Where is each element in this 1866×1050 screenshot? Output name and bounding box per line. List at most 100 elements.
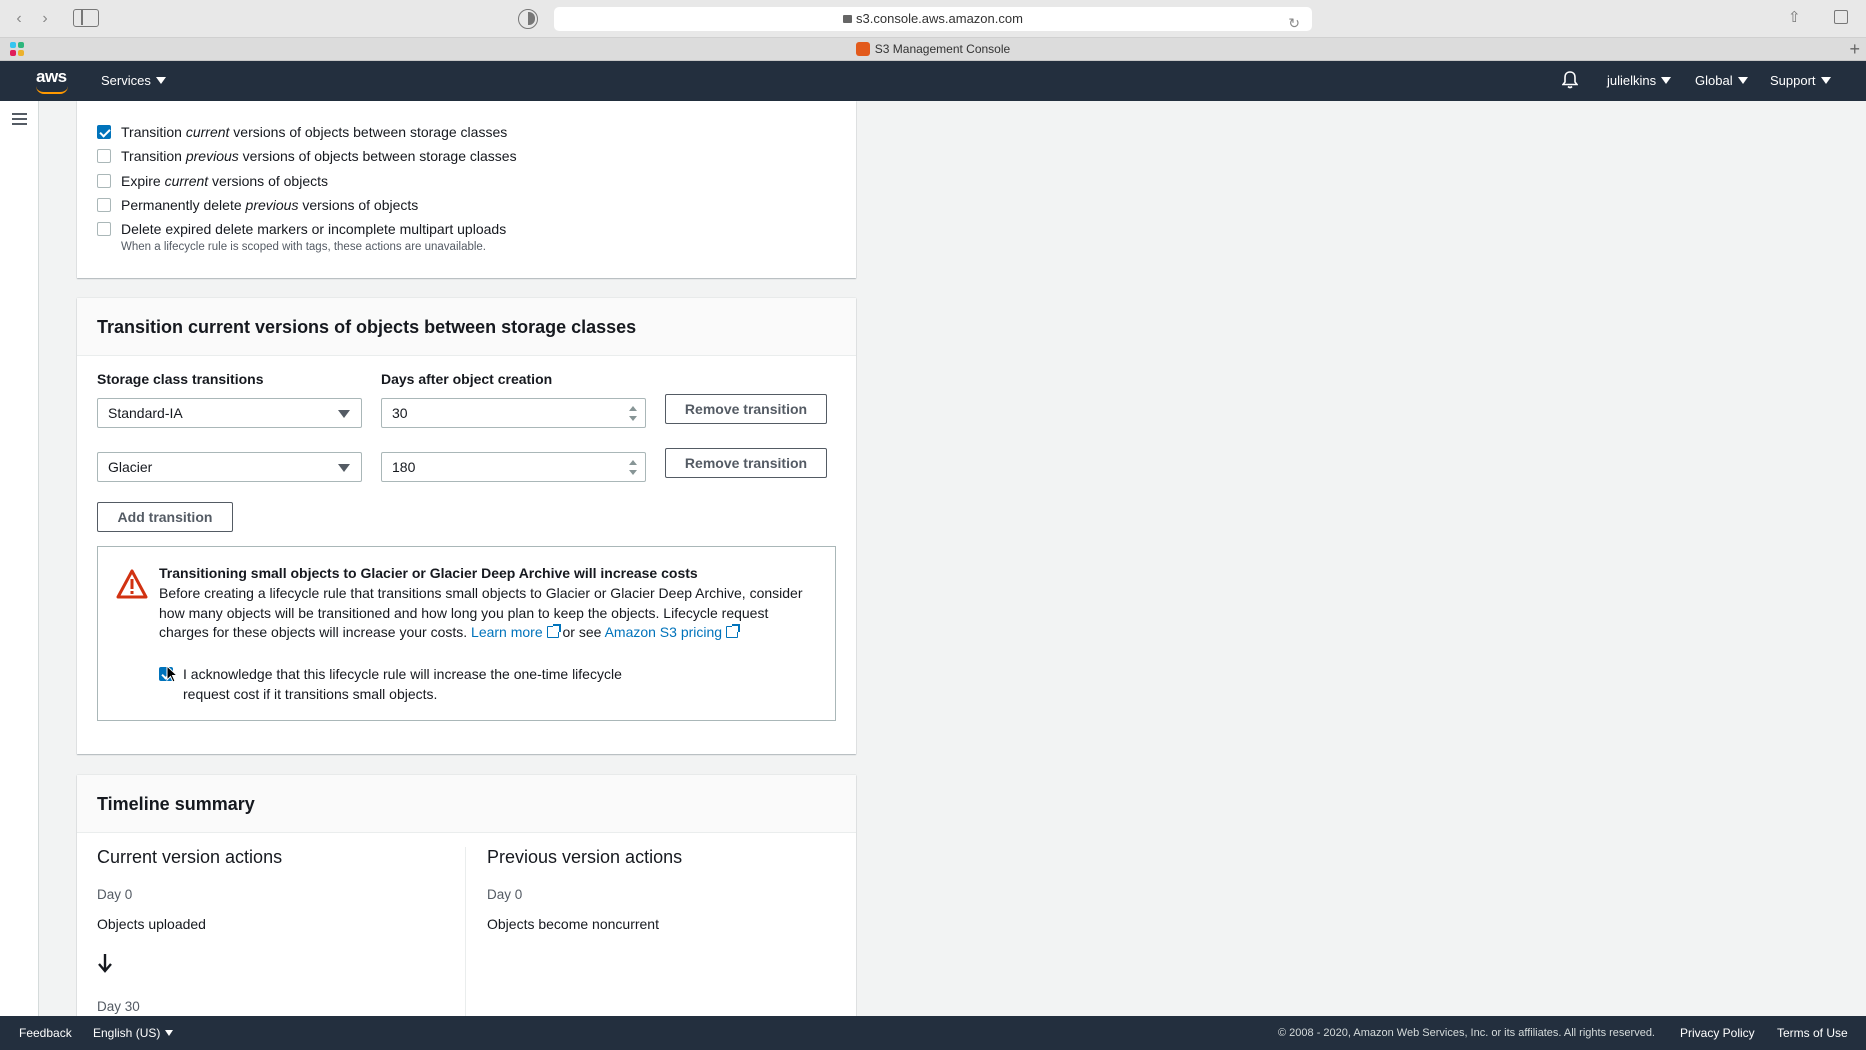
timeline-day: Day 0 (97, 887, 133, 902)
caret-down-icon (165, 1030, 174, 1036)
address-bar[interactable]: s3.console.aws.amazon.com ↻ (554, 7, 1312, 31)
external-link-icon (726, 624, 741, 638)
column-divider (465, 847, 466, 1016)
pricing-label: Amazon S3 pricing (604, 624, 723, 640)
remove-transition-button[interactable]: Remove transition (665, 394, 827, 424)
forward-icon[interactable]: › (34, 9, 56, 29)
menu-icon[interactable] (12, 113, 27, 125)
learn-more-label: Learn more (471, 624, 543, 640)
learn-more-link[interactable]: Learn more (471, 624, 561, 640)
option-transition-current[interactable]: Transition current versions of objects b… (97, 123, 507, 141)
new-tab-icon[interactable]: + (1849, 39, 1860, 60)
option-transition-previous[interactable]: Transition previous versions of objects … (97, 147, 517, 165)
s3-favicon-icon (855, 42, 870, 56)
checkbox[interactable] (97, 198, 111, 212)
days-input[interactable]: 180 (381, 452, 646, 482)
storage-class-select[interactable]: Standard-IA (97, 398, 362, 428)
checkbox[interactable] (97, 125, 111, 139)
option-text: versions of objects (298, 197, 419, 213)
selected-value: Glacier (108, 459, 153, 475)
copyright-text: © 2008 - 2020, Amazon Web Services, Inc.… (1278, 1027, 1655, 1039)
left-navigation (0, 101, 39, 1016)
actions-hint: When a lifecycle rule is scoped with tag… (121, 241, 487, 253)
services-label: Services (101, 73, 151, 88)
option-text: Transition (121, 124, 186, 140)
terms-of-use-link[interactable]: Terms of Use (1777, 1016, 1848, 1050)
acknowledge-checkbox-row[interactable]: I acknowledge that this lifecycle rule w… (159, 665, 659, 704)
days-input[interactable]: 30 (381, 398, 646, 428)
lifecycle-actions-panel: Transition current versions of objects b… (77, 101, 856, 278)
option-emphasis: previous (185, 148, 239, 164)
language-selector[interactable]: English (US) (93, 1016, 174, 1050)
input-value: 30 (392, 405, 408, 421)
cost-warning-alert: Transitioning small objects to Glacier o… (97, 546, 836, 721)
option-text: Delete expired delete markers or incompl… (121, 221, 507, 237)
external-link-icon (546, 624, 561, 638)
warning-title: Transitioning small objects to Glacier o… (159, 565, 698, 581)
aws-smile-icon (36, 86, 68, 94)
spinner-icon[interactable] (629, 406, 637, 421)
share-icon[interactable]: ⇧ (1788, 8, 1801, 26)
timeline-day: Day 0 (487, 887, 523, 902)
caret-down-icon (1820, 77, 1831, 84)
current-version-title: Current version actions (97, 847, 283, 867)
tab-bar: S3 Management Console + (0, 38, 1866, 61)
option-emphasis: previous (245, 197, 299, 213)
tab-title: S3 Management Console (874, 42, 1011, 56)
selected-value: Standard-IA (108, 405, 183, 421)
checkbox[interactable] (97, 222, 111, 236)
option-emphasis: current (164, 173, 209, 189)
feedback-link[interactable]: Feedback (19, 1016, 72, 1050)
panel-title: Timeline summary (77, 775, 856, 833)
region-menu[interactable]: Global (1695, 61, 1748, 101)
notification-bell-icon[interactable] (1562, 71, 1578, 89)
add-transition-button[interactable]: Add transition (97, 502, 233, 532)
lock-icon (843, 15, 853, 23)
sidebar-toggle-icon[interactable] (73, 9, 99, 27)
mouse-cursor-icon (166, 665, 178, 683)
checkbox[interactable] (97, 174, 111, 188)
services-menu[interactable]: Services (101, 61, 166, 101)
remove-transition-button[interactable]: Remove transition (665, 448, 827, 478)
dropdown-arrow-icon (338, 410, 350, 418)
arrow-down-icon (98, 954, 112, 973)
timeline-event: Objects become noncurrent (487, 916, 659, 932)
reload-icon[interactable]: ↻ (1288, 11, 1300, 35)
active-tab[interactable]: S3 Management Console (0, 38, 1866, 61)
option-expire-current[interactable]: Expire current versions of objects (97, 172, 328, 190)
privacy-policy-link[interactable]: Privacy Policy (1680, 1016, 1755, 1050)
console-footer: Feedback English (US) © 2008 - 2020, Ama… (0, 1016, 1866, 1050)
user-label: julielkins (1607, 73, 1657, 88)
panel-title: Transition current versions of objects b… (77, 298, 856, 356)
pricing-link[interactable]: Amazon S3 pricing (604, 624, 741, 640)
timeline-day: Day 30 (97, 999, 140, 1014)
option-text: versions of objects (208, 173, 328, 189)
or-see-text: or see (562, 624, 602, 640)
option-delete-previous[interactable]: Permanently delete previous versions of … (97, 196, 418, 214)
checkbox[interactable] (97, 149, 111, 163)
timeline-summary-panel: Timeline summary Current version actions… (77, 775, 856, 1016)
caret-down-icon (1661, 77, 1672, 84)
warning-body: Before creating a lifecycle rule that tr… (159, 584, 819, 643)
option-text: Expire (121, 173, 165, 189)
back-icon[interactable]: ‹ (8, 9, 30, 29)
support-menu[interactable]: Support (1770, 61, 1831, 101)
warning-icon (116, 569, 148, 599)
tab-overview-icon[interactable] (1834, 10, 1848, 24)
option-emphasis: current (185, 124, 230, 140)
transition-current-panel: Transition current versions of objects b… (77, 298, 856, 754)
acknowledge-text: I acknowledge that this lifecycle rule w… (183, 666, 622, 702)
option-delete-markers[interactable]: Delete expired delete markers or incompl… (97, 220, 506, 238)
dropdown-arrow-icon (338, 464, 350, 472)
storage-class-label: Storage class transitions (97, 371, 264, 387)
spinner-icon[interactable] (629, 460, 637, 475)
aws-logo[interactable]: aws (36, 67, 72, 95)
option-text: versions of objects between storage clas… (229, 124, 508, 140)
account-menu[interactable]: julielkins (1607, 61, 1672, 101)
input-value: 180 (392, 459, 416, 475)
storage-class-select[interactable]: Glacier (97, 452, 362, 482)
option-text: Transition (121, 148, 186, 164)
privacy-shield-icon[interactable] (518, 9, 538, 29)
days-label: Days after object creation (381, 371, 553, 387)
browser-toolbar: ‹ › s3.console.aws.amazon.com ↻ ⇧ (0, 0, 1866, 38)
